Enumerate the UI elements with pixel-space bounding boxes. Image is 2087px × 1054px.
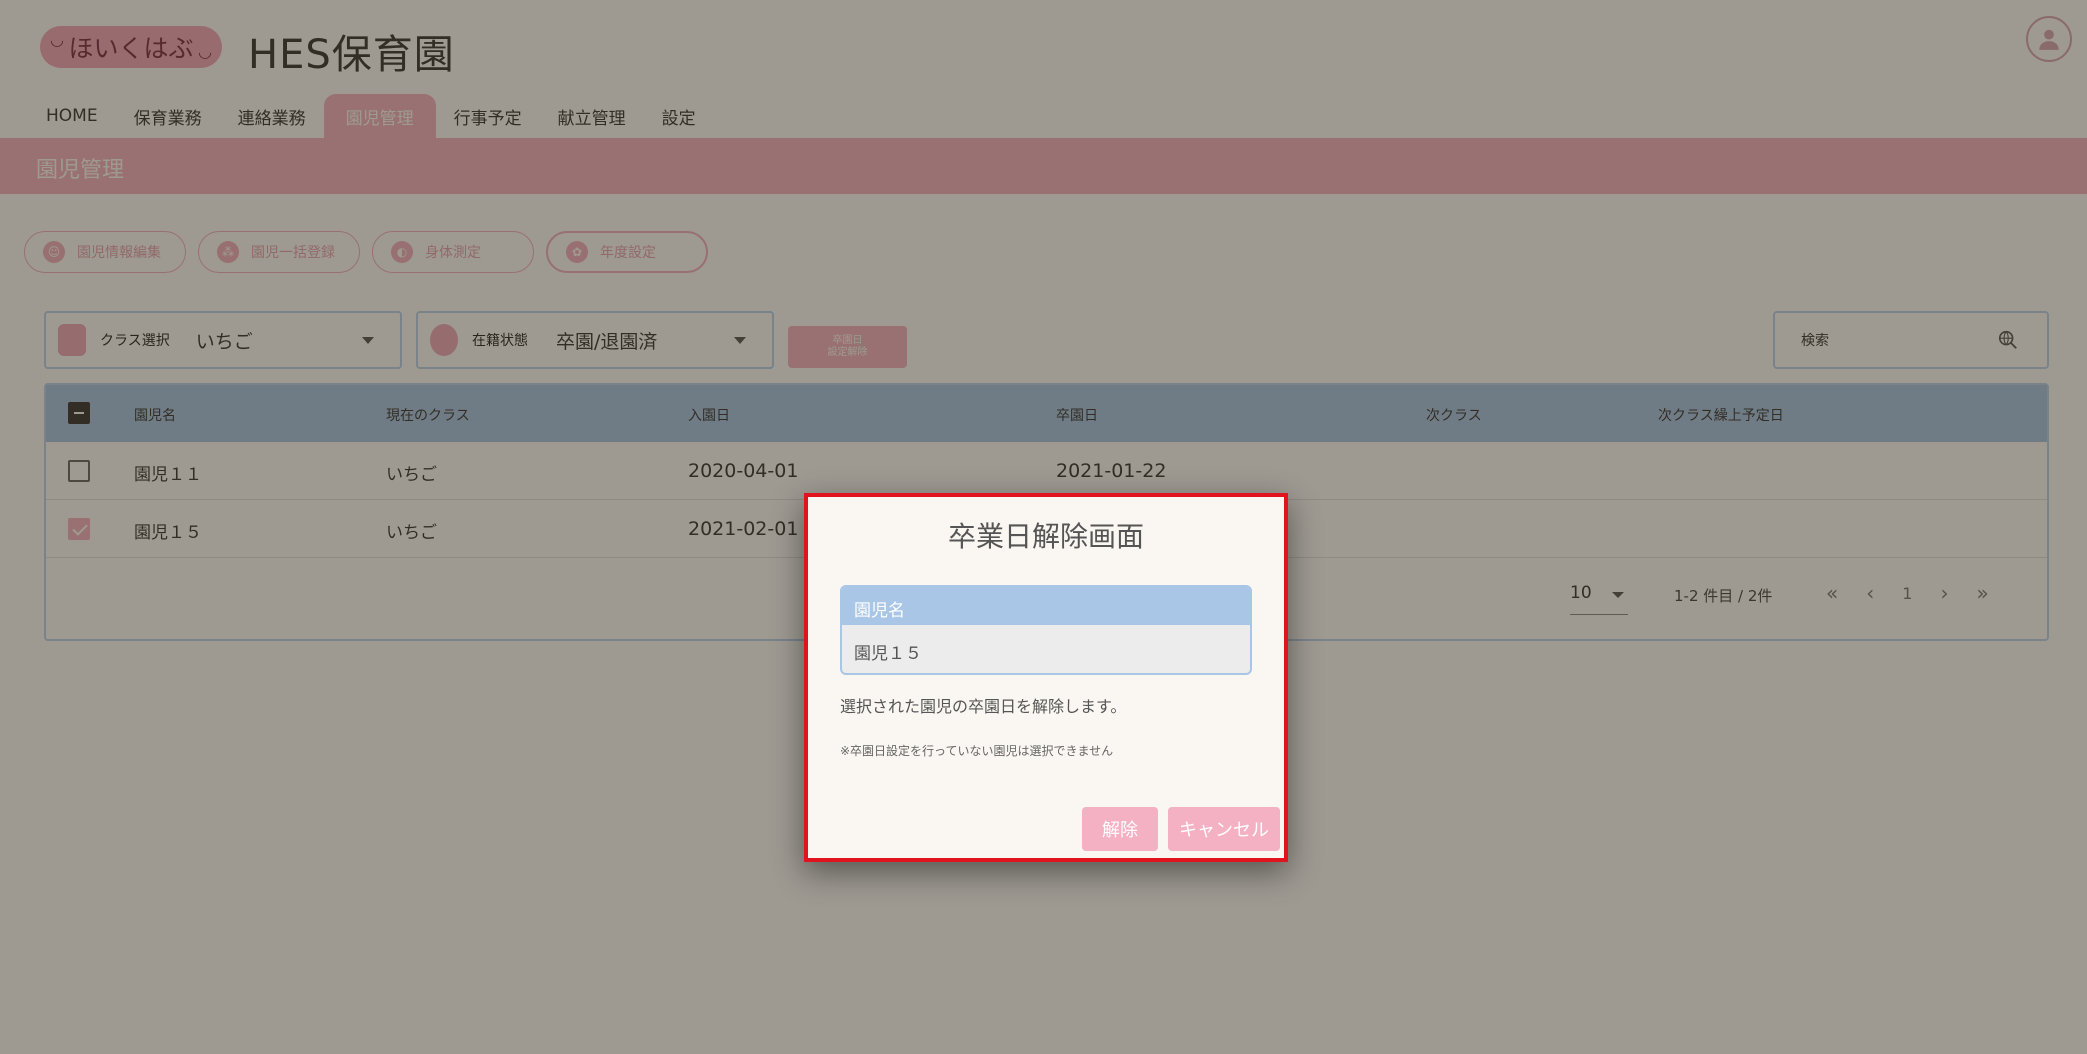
dialog-table-value: 園児１５	[854, 644, 922, 664]
dialog-note: ※卒園日設定を行っていない園児は選択できません	[840, 744, 1114, 758]
graduation-unset-dialog: 卒業日解除画面 園児名 園児１５ 選択された園児の卒園日を解除します。 ※卒園日…	[804, 493, 1288, 862]
dialog-child-table: 園児名 園児１５	[840, 585, 1252, 675]
dialog-table-header: 園児名	[842, 587, 1250, 625]
confirm-unset-button[interactable]: 解除	[1082, 807, 1158, 851]
dialog-message: 選択された園児の卒園日を解除します。	[840, 697, 1127, 716]
cancel-button[interactable]: キャンセル	[1168, 807, 1280, 851]
dialog-title: 卒業日解除画面	[947, 520, 1144, 553]
